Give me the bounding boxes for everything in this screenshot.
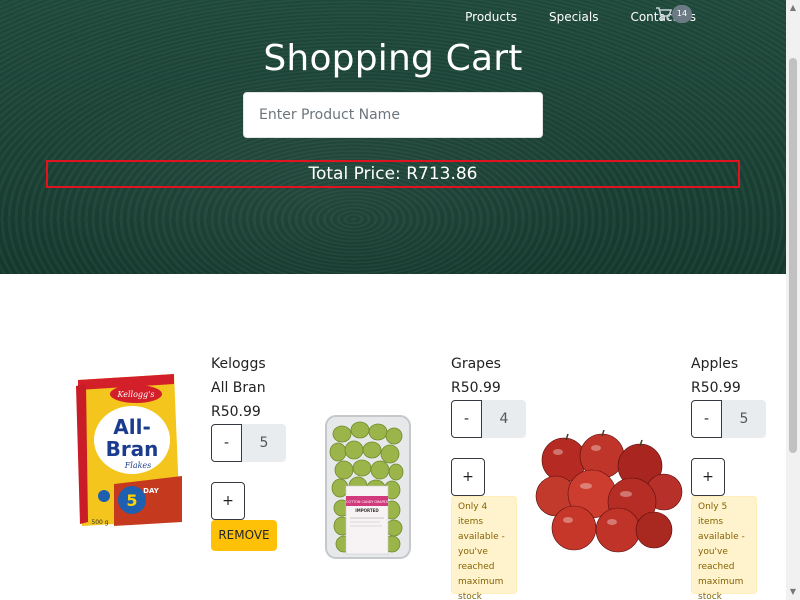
grapes-image: COTTON CANDY GRAPES IMPORTED <box>325 415 411 559</box>
quantity-value-all-bran[interactable]: 5 <box>242 424 286 462</box>
total-price: Total Price: R713.86 <box>46 160 740 188</box>
grapes-tag-text: COTTON CANDY GRAPES <box>346 500 388 504</box>
remove-button-all-bran[interactable]: REMOVE <box>211 520 277 551</box>
cart-icon <box>656 7 672 21</box>
hero-banner: Products Specials Contact Us 14 Shopping… <box>0 0 786 274</box>
quantity-stepper-all-bran: - 5 <box>211 424 286 462</box>
product-name-apples: Apples <box>691 356 739 372</box>
product-name-line2: All Bran <box>211 380 266 396</box>
cereal-brand-text: Kellogg's <box>117 390 155 399</box>
product-name-line1: Keloggs <box>211 356 266 372</box>
cart-link[interactable]: 14 <box>656 5 692 23</box>
product-price-all-bran: R50.99 <box>211 404 261 420</box>
product-price-grapes: R50.99 <box>451 380 501 396</box>
cereal-name-line1: All- <box>113 415 151 439</box>
decrement-button-grapes[interactable]: - <box>451 400 482 438</box>
cart-count-badge: 14 <box>672 5 692 23</box>
grapes-sub-text: IMPORTED <box>355 508 379 513</box>
cereal-weight-text: 500 g <box>91 519 108 526</box>
page-title: Shopping Cart <box>263 38 523 79</box>
stock-warning-apples: Only 5 items available - you've reached … <box>691 496 757 600</box>
quantity-value-grapes[interactable]: 4 <box>482 400 526 438</box>
apples-image <box>535 430 683 553</box>
cereal-badge-number: 5 <box>126 491 137 510</box>
nav-specials-link[interactable]: Specials <box>549 10 599 24</box>
decrement-button-all-bran[interactable]: - <box>211 424 242 462</box>
increment-button-apples[interactable]: + <box>691 458 725 496</box>
increment-button-all-bran[interactable]: + <box>211 482 245 520</box>
scroll-down-arrow-icon[interactable]: ▼ <box>786 584 800 600</box>
nav-products-link[interactable]: Products <box>465 10 517 24</box>
stock-warning-grapes: Only 4 items available - you've reached … <box>451 496 517 600</box>
quantity-stepper-apples: - 5 <box>691 400 766 438</box>
quantity-stepper-grapes: - 4 <box>451 400 526 438</box>
page-scrollbar[interactable]: ▲ ▼ <box>786 0 800 600</box>
product-name-all-bran: Keloggs All Bran <box>211 352 266 400</box>
cereal-name-line2: Bran <box>106 437 159 461</box>
cereal-flakes-text: Flakes <box>124 461 152 470</box>
cereal-badge-day: DAY <box>143 487 160 495</box>
product-price-apples: R50.99 <box>691 380 741 396</box>
product-name-grapes: Grapes <box>451 356 501 372</box>
scrollbar-thumb[interactable] <box>789 58 797 453</box>
all-bran-image: Kellogg's All- Bran Flakes 5 DAY 500 g <box>76 374 182 526</box>
scroll-up-arrow-icon[interactable]: ▲ <box>786 0 800 16</box>
increment-button-grapes[interactable]: + <box>451 458 485 496</box>
quantity-value-apples[interactable]: 5 <box>722 400 766 438</box>
product-search-input[interactable] <box>243 92 543 138</box>
decrement-button-apples[interactable]: - <box>691 400 722 438</box>
